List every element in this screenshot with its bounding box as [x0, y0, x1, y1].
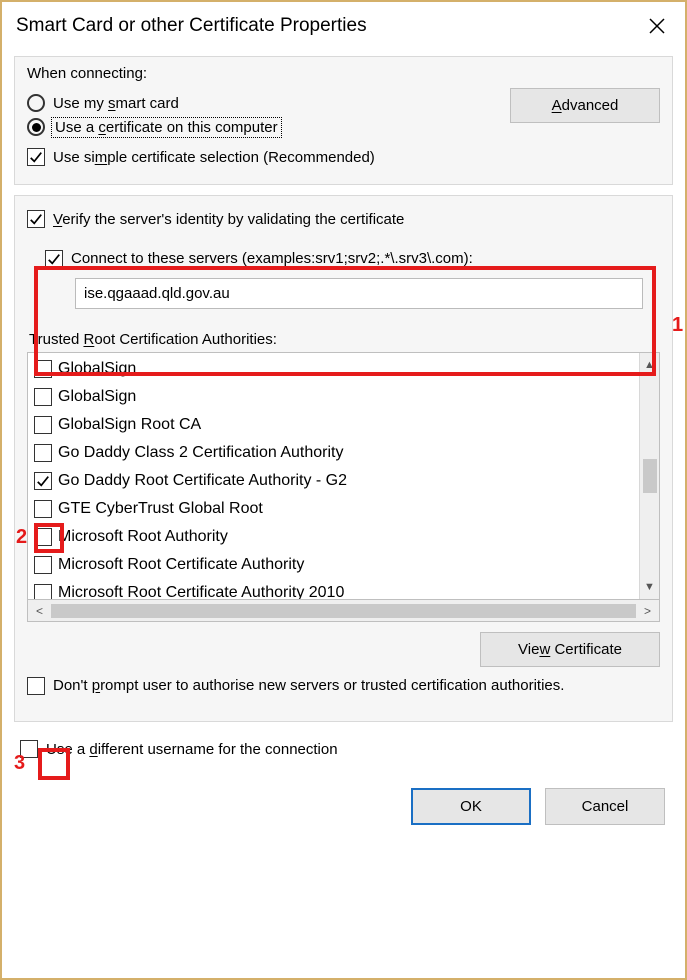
scroll-down-icon[interactable]: ▼ [644, 581, 655, 593]
radio-use-smart-card-label: Use my smart card [53, 95, 179, 112]
ca-item-checkbox[interactable] [34, 360, 52, 378]
ca-item-label: GTE CyberTrust Global Root [58, 496, 263, 522]
horizontal-scrollbar[interactable]: < > [27, 600, 660, 622]
close-icon[interactable] [643, 12, 671, 40]
advanced-button[interactable]: Advanced [510, 88, 660, 123]
view-certificate-button[interactable]: View Certificate [480, 632, 660, 667]
ca-item-label: Microsoft Root Certificate Authority 201… [58, 580, 344, 599]
ca-item-checkbox[interactable] [34, 556, 52, 574]
checkbox-connect-servers-label: Connect to these servers (examples:srv1;… [71, 250, 473, 267]
ca-item-checkbox[interactable] [34, 500, 52, 518]
ca-list-item[interactable]: Microsoft Root Certificate Authority 201… [28, 579, 639, 599]
dialog-title: Smart Card or other Certificate Properti… [16, 15, 367, 37]
verify-group: Verify the server's identity by validati… [14, 195, 673, 722]
ok-button[interactable]: OK [411, 788, 531, 825]
ca-list-item[interactable]: Go Daddy Root Certificate Authority - G2 [28, 467, 639, 495]
checkbox-dont-prompt-label: Don't prompt user to authorise new serve… [53, 677, 564, 694]
checkbox-verify-identity-label: Verify the server's identity by validati… [53, 211, 404, 228]
ca-list-item[interactable]: GTE CyberTrust Global Root [28, 495, 639, 523]
ca-list-item[interactable]: GlobalSign Root CA [28, 411, 639, 439]
ca-item-checkbox[interactable] [34, 388, 52, 406]
ca-item-label: GlobalSign [58, 356, 136, 382]
vertical-scrollbar[interactable]: ▲ ▼ [639, 353, 659, 599]
radio-use-certificate-computer-label: Use a certificate on this computer [53, 119, 280, 136]
checkbox-connect-servers[interactable] [45, 250, 63, 268]
checkbox-dont-prompt[interactable] [27, 677, 45, 695]
ca-list-item[interactable]: Microsoft Root Certificate Authority [28, 551, 639, 579]
ca-item-label: GlobalSign [58, 384, 136, 410]
ca-item-checkbox[interactable] [34, 444, 52, 462]
ca-item-label: Microsoft Root Authority [58, 524, 228, 550]
radio-use-smart-card[interactable] [27, 94, 45, 112]
ca-list-item[interactable]: Microsoft Root Authority [28, 523, 639, 551]
ca-item-label: Microsoft Root Certificate Authority [58, 552, 304, 578]
ca-list-item[interactable]: GlobalSign [28, 383, 639, 411]
ca-item-label: GlobalSign Root CA [58, 412, 201, 438]
ca-item-checkbox[interactable] [34, 416, 52, 434]
scroll-left-icon[interactable]: < [36, 604, 43, 618]
ca-item-checkbox[interactable] [34, 584, 52, 599]
cancel-button[interactable]: Cancel [545, 788, 665, 825]
scroll-up-icon[interactable]: ▲ [644, 359, 655, 371]
checkbox-different-username[interactable] [20, 740, 38, 758]
checkbox-simple-selection[interactable] [27, 148, 45, 166]
scroll-right-icon[interactable]: > [644, 604, 651, 618]
radio-use-certificate-computer[interactable] [27, 118, 45, 136]
ca-item-label: Go Daddy Root Certificate Authority - G2 [58, 468, 347, 494]
ca-list-item[interactable]: GlobalSign [28, 355, 639, 383]
ca-item-checkbox[interactable] [34, 472, 52, 490]
scroll-thumb[interactable] [643, 459, 657, 493]
when-connecting-group: When connecting: Use my smart card Use a… [14, 56, 673, 185]
checkbox-simple-selection-label: Use simple certificate selection (Recomm… [53, 149, 375, 166]
trusted-root-list[interactable]: GlobalSignGlobalSignGlobalSign Root CAGo… [27, 352, 660, 600]
input-server-names[interactable] [75, 278, 643, 309]
ca-list-item[interactable]: Go Daddy Class 2 Certification Authority [28, 439, 639, 467]
ca-item-checkbox[interactable] [34, 528, 52, 546]
checkbox-verify-identity[interactable] [27, 210, 45, 228]
ca-item-label: Go Daddy Class 2 Certification Authority [58, 440, 343, 466]
when-connecting-heading: When connecting: [27, 65, 660, 82]
checkbox-different-username-label: Use a different username for the connect… [46, 741, 338, 758]
trusted-root-label: Trusted Root Certification Authorities: [29, 331, 660, 348]
hscroll-thumb[interactable] [51, 604, 636, 618]
